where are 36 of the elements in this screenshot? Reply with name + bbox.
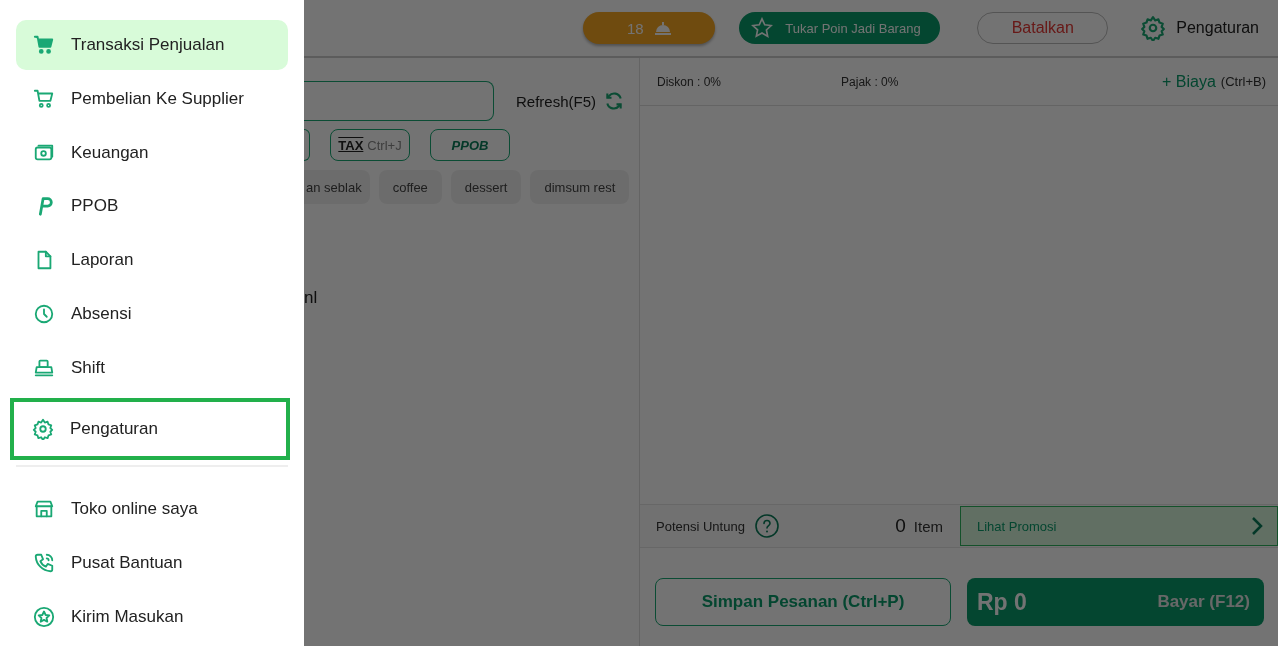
view-promo-button[interactable]: Lihat Promosi <box>960 506 1278 546</box>
serving-bell-icon <box>653 21 672 35</box>
redeem-points-button[interactable]: Tukar Poin Jadi Barang <box>739 12 941 44</box>
category-tab[interactable]: an seblak <box>304 170 370 204</box>
phone-icon <box>33 552 55 575</box>
tax-label: Pajak : 0% <box>841 74 899 89</box>
pay-button[interactable]: Rp 0 Bayar (F12) <box>967 578 1264 626</box>
settings-link[interactable]: Pengaturan <box>1176 19 1259 37</box>
category-tab[interactable]: coffee <box>378 170 442 204</box>
pay-label: Bayar (F12) <box>1157 592 1250 612</box>
category-tab[interactable]: dessert <box>450 170 522 204</box>
cancel-button[interactable]: Batalkan <box>977 12 1109 44</box>
star-icon <box>751 17 774 39</box>
settings-icon <box>1140 15 1167 41</box>
refresh-icon[interactable] <box>604 91 625 111</box>
clock-icon <box>33 302 55 325</box>
menu-item[interactable]: Transaksi Penjualan <box>16 20 288 70</box>
ppob-shortcut[interactable]: PPOB <box>430 129 510 161</box>
profit-label: Potensi Untung <box>656 518 745 534</box>
total-amount: Rp 0 <box>977 588 1027 616</box>
item-count: 0 <box>895 515 906 537</box>
search-field[interactable] <box>304 81 494 121</box>
discount-label: Diskon : 0% <box>657 74 722 89</box>
item-label: Item <box>913 517 943 535</box>
category-tab[interactable]: dimsum rest <box>530 170 630 204</box>
gear-icon <box>32 417 54 440</box>
refresh-link[interactable]: Refresh(F5) <box>516 92 597 110</box>
help-icon[interactable] <box>754 514 779 538</box>
shortcut-hint: (Ctrl+B) <box>1220 74 1266 89</box>
add-fee-link[interactable]: + Biaya <box>1162 72 1216 91</box>
cart-icon <box>33 33 55 56</box>
save-order-button[interactable]: Simpan Pesanan (Ctrl+P) <box>655 578 951 626</box>
chevron-right-icon <box>1251 516 1263 536</box>
product-name: nl <box>304 288 319 308</box>
cart-icon <box>33 87 55 110</box>
tax-label: TAX <box>338 137 364 153</box>
